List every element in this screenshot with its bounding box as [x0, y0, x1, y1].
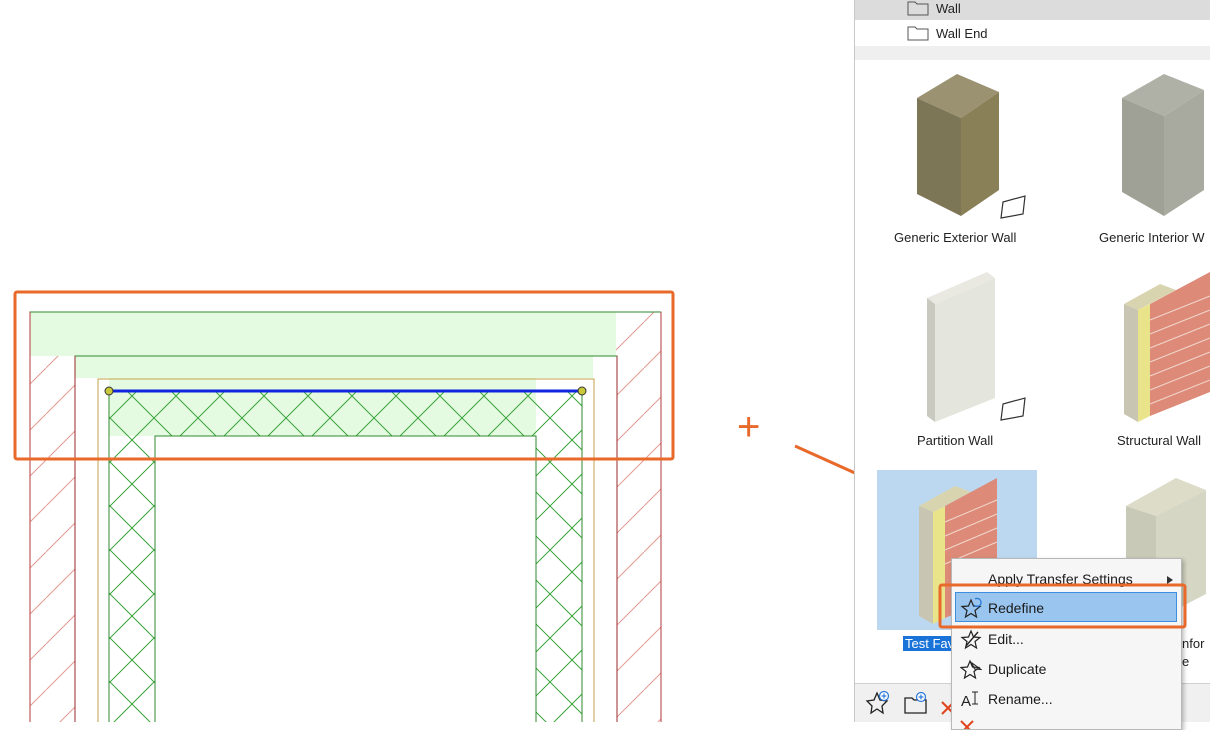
- core-layer: [109, 390, 582, 722]
- pointer-arrow: [794, 444, 854, 475]
- wall-thumbnail: [917, 74, 1026, 219]
- menu-item-duplicate[interactable]: Duplicate: [952, 653, 1181, 683]
- wall-thumbnail: [927, 272, 1026, 422]
- plus-symbol: +: [737, 405, 760, 449]
- wall-thumbnail: [1124, 272, 1210, 422]
- floor-plan-canvas[interactable]: +: [0, 0, 854, 722]
- favorite-tile-partition-wall[interactable]: [877, 268, 1037, 428]
- wall-thumbnail: [1122, 74, 1204, 216]
- new-favorite-button[interactable]: [865, 690, 891, 716]
- tile-label: Structural Wall: [1117, 433, 1202, 448]
- folder-row-wall-end[interactable]: Wall End: [855, 21, 1210, 45]
- favorite-tile-generic-interior-wall[interactable]: [1080, 66, 1210, 226]
- tile-label: Generic Exterior Wall: [894, 230, 1017, 245]
- redefine-star-icon: [960, 597, 982, 619]
- tile-label-selected: Test Fav: [903, 636, 957, 651]
- submenu-arrow-icon: [1167, 576, 1173, 584]
- menu-item-edit[interactable]: Edit...: [952, 623, 1181, 653]
- delete-icon: [960, 720, 974, 729]
- folder-row-wall[interactable]: Wall: [855, 0, 1210, 20]
- svg-text:A: A: [961, 693, 971, 710]
- menu-item-rename[interactable]: A Rename...: [952, 683, 1181, 713]
- folder-label: Wall: [936, 1, 961, 16]
- rename-icon: A: [961, 691, 978, 710]
- favorite-tile-structural-wall[interactable]: [1080, 268, 1210, 428]
- edit-star-icon: [960, 629, 982, 650]
- tile-label: e: [1182, 654, 1190, 669]
- context-menu: Apply Transfer Settings Redefine Edit...…: [951, 558, 1182, 730]
- menu-item-redefine[interactable]: Redefine: [955, 592, 1177, 622]
- folder-label: Wall End: [936, 26, 988, 41]
- duplicate-star-icon: [960, 659, 982, 680]
- favorite-tile-generic-exterior-wall[interactable]: [877, 66, 1037, 226]
- tile-label: Generic Interior W: [1099, 230, 1205, 245]
- tile-label: nfor: [1182, 636, 1205, 651]
- folder-icon: [907, 1, 929, 16]
- menu-item-apply-transfer-settings[interactable]: Apply Transfer Settings: [952, 563, 1181, 593]
- panel-separator: [855, 46, 1210, 60]
- folder-icon: [907, 26, 929, 41]
- tile-label: Partition Wall: [917, 433, 994, 448]
- new-folder-button[interactable]: [903, 690, 929, 716]
